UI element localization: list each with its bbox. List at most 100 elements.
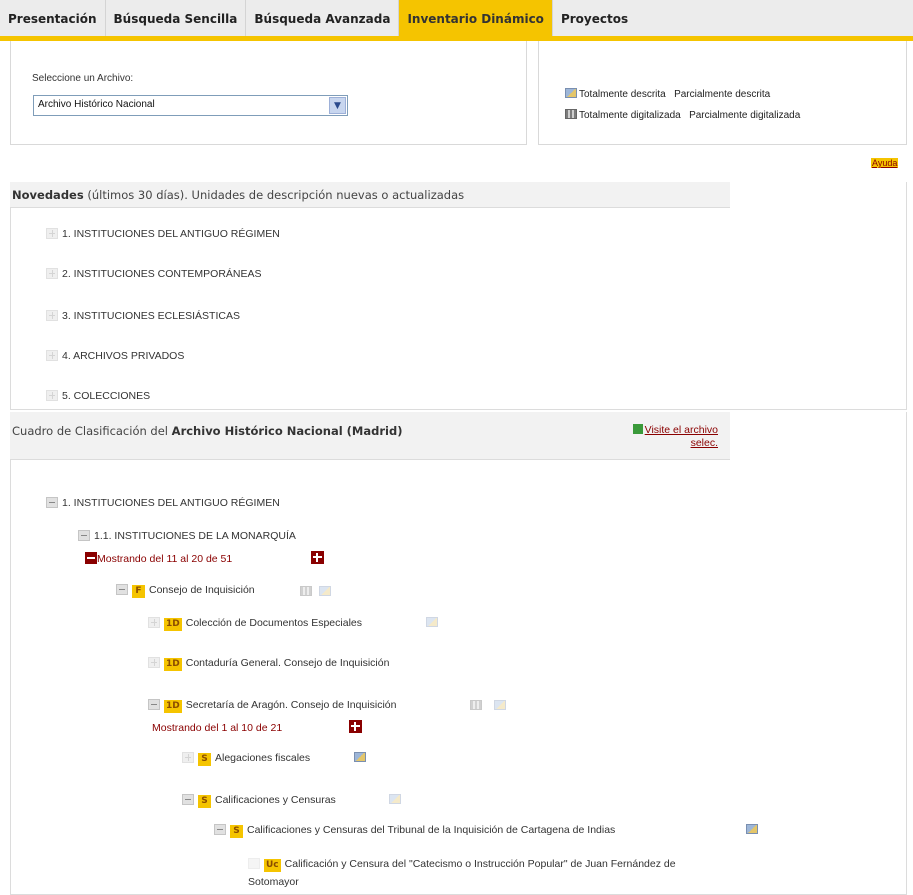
tree-node-serie[interactable]: S Calificaciones y Censuras <box>182 794 336 808</box>
tree-node-label: Alegaciones fiscales <box>215 752 311 764</box>
legend-fully-digitized: Totalmente digitalizada <box>579 110 681 121</box>
collapse-icon[interactable] <box>116 584 128 595</box>
pager-next-icon[interactable] <box>349 720 362 733</box>
tab-presentacion[interactable]: Presentación <box>0 0 106 36</box>
legend-row-description: Totalmente descrita Parcialmente descrit… <box>565 88 770 100</box>
description-status-icon <box>319 586 331 596</box>
pager-text: Mostrando del 1 al 10 de 21 <box>152 722 283 734</box>
tab-inventario-dinamico[interactable]: Inventario Dinámico <box>399 0 553 36</box>
tree-node-label-cont: Sotomayor <box>248 876 299 888</box>
novedades-title: Novedades <box>12 188 84 202</box>
pager-2: Mostrando del 1 al 10 de 21 <box>152 722 282 734</box>
tree-node-subserie[interactable]: S Calificaciones y Censuras del Tribunal … <box>214 824 615 838</box>
tree-node-label: Contaduría General. Consejo de Inquisici… <box>185 657 390 669</box>
tree-node-level2[interactable]: 1.1. INSTITUCIONES DE LA MONARQUÍA <box>78 530 296 542</box>
division-badge: 1D <box>164 618 182 631</box>
tree-node-label: Calificaciones y Censuras <box>215 794 336 806</box>
novedades-item[interactable]: 1. INSTITUCIONES DEL ANTIGUO RÉGIMEN <box>46 228 280 240</box>
description-status-icon <box>426 617 438 627</box>
cuadro-box <box>10 412 907 895</box>
visit-archive-line1: Visite el archivo <box>644 424 718 436</box>
legend-partially-digitized: Parcialmente digitalizada <box>689 110 801 121</box>
collapse-icon[interactable] <box>148 699 160 710</box>
expand-icon[interactable] <box>46 228 58 239</box>
digitized-status-icon <box>470 700 482 710</box>
collapse-icon[interactable] <box>214 824 226 835</box>
novedades-item[interactable]: 3. INSTITUCIONES ECLESIÁSTICAS <box>46 310 240 322</box>
cuadro-title-prefix: Cuadro de Clasificación del <box>12 424 172 438</box>
expand-icon[interactable] <box>46 390 58 401</box>
expand-icon[interactable] <box>46 268 58 279</box>
novedades-subtitle: (últimos 30 días). Unidades de descripci… <box>83 188 465 202</box>
novedades-item[interactable]: 4. ARCHIVOS PRIVADOS <box>46 350 184 362</box>
serie-badge: S <box>230 825 243 838</box>
tab-busqueda-avanzada[interactable]: Búsqueda Avanzada <box>246 0 400 36</box>
visit-archive-line2: selec. <box>690 437 718 449</box>
description-status-icon <box>746 824 758 834</box>
novedades-item-label: 3. INSTITUCIONES ECLESIÁSTICAS <box>62 310 240 322</box>
description-status-icon <box>494 700 506 710</box>
leaf-icon <box>248 858 260 869</box>
collapse-icon[interactable] <box>46 497 58 508</box>
external-link-icon <box>632 424 643 434</box>
tree-node-label: Colección de Documentos Especiales <box>185 617 362 629</box>
expand-icon[interactable] <box>182 752 194 763</box>
fully-digitized-icon <box>565 109 577 119</box>
collapse-icon[interactable] <box>182 794 194 805</box>
visit-archive-link[interactable]: Visite el archivo selec. <box>596 424 718 450</box>
legend-fully-described: Totalmente descrita <box>579 89 666 100</box>
tree-node-fondo[interactable]: F Consejo de Inquisición <box>116 584 255 598</box>
tab-proyectos[interactable]: Proyectos <box>553 0 636 36</box>
tree-node-level1[interactable]: 1. INSTITUCIONES DEL ANTIGUO RÉGIMEN <box>46 497 280 509</box>
tree-node-division[interactable]: 1D Colección de Documentos Especiales <box>148 617 362 631</box>
pager-next-icon[interactable] <box>311 551 324 564</box>
archive-select[interactable]: Archivo Histórico Nacional ▼ <box>33 95 348 116</box>
novedades-item[interactable]: 2. INSTITUCIONES CONTEMPORÁNEAS <box>46 268 262 280</box>
pager-prev-icon[interactable] <box>85 552 97 564</box>
description-status-icon <box>354 752 366 762</box>
cuadro-title: Archivo Histórico Nacional (Madrid) <box>171 424 403 438</box>
tree-node-label: 1.1. INSTITUCIONES DE LA MONARQUÍA <box>94 530 296 542</box>
tree-node-label: Consejo de Inquisición <box>149 584 255 596</box>
tree-node-label: Calificación y Censura del "Catecismo o … <box>284 858 676 870</box>
serie-badge: S <box>198 795 211 808</box>
description-status-icon <box>389 794 401 804</box>
chevron-down-icon[interactable]: ▼ <box>329 97 346 114</box>
novedades-item-label: 4. ARCHIVOS PRIVADOS <box>62 350 185 362</box>
archive-select-label: Seleccione un Archivo: <box>32 73 134 84</box>
tree-node-label: Secretaría de Aragón. Consejo de Inquisi… <box>185 699 397 711</box>
pager-1: Mostrando del 11 al 20 de 51 <box>85 552 232 565</box>
novedades-item-label: 1. INSTITUCIONES DEL ANTIGUO RÉGIMEN <box>62 228 280 240</box>
expand-icon[interactable] <box>46 310 58 321</box>
main-tabs: Presentación Búsqueda Sencilla Búsqueda … <box>0 0 913 36</box>
division-badge: 1D <box>164 700 182 713</box>
fondo-badge: F <box>132 585 145 598</box>
tree-node-label: 1. INSTITUCIONES DEL ANTIGUO RÉGIMEN <box>62 497 280 509</box>
expand-icon[interactable] <box>148 617 160 628</box>
digitized-status-icon <box>300 586 312 596</box>
collapse-icon[interactable] <box>78 530 90 541</box>
expand-icon[interactable] <box>148 657 160 668</box>
tab-busqueda-sencilla[interactable]: Búsqueda Sencilla <box>106 0 247 36</box>
pager-text: Mostrando del 11 al 20 de 51 <box>97 553 233 565</box>
archive-select-value: Archivo Histórico Nacional <box>38 99 155 110</box>
novedades-item-label: 5. COLECCIONES <box>62 390 151 402</box>
tree-node-division[interactable]: 1D Contaduría General. Consejo de Inquisi… <box>148 657 389 671</box>
expand-icon[interactable] <box>46 350 58 361</box>
serie-badge: S <box>198 753 211 766</box>
legend-panel: Totalmente descrita Parcialmente descrit… <box>538 41 907 145</box>
novedades-item-label: 2. INSTITUCIONES CONTEMPORÁNEAS <box>62 268 262 280</box>
legend-row-digitization: Totalmente digitalizada Parcialmente dig… <box>565 109 800 121</box>
unidad-badge: Uc <box>264 859 281 872</box>
tree-node-unidad[interactable]: Uc Calificación y Censura del "Catecismo … <box>248 855 676 891</box>
help-link[interactable]: Ayuda <box>871 158 899 168</box>
tree-node-serie[interactable]: S Alegaciones fiscales <box>182 752 310 766</box>
legend-partially-described: Parcialmente descrita <box>674 89 771 100</box>
novedades-item[interactable]: 5. COLECCIONES <box>46 390 150 402</box>
novedades-header: Novedades (últimos 30 días). Unidades de… <box>10 182 730 208</box>
tree-node-division[interactable]: 1D Secretaría de Aragón. Consejo de Inqui… <box>148 699 396 713</box>
novedades-box <box>10 182 907 410</box>
tree-node-label: Calificaciones y Censuras del Tribunal d… <box>247 824 616 836</box>
archive-selector-panel: Seleccione un Archivo: Archivo Histórico… <box>10 41 527 145</box>
fully-described-icon <box>565 88 577 98</box>
